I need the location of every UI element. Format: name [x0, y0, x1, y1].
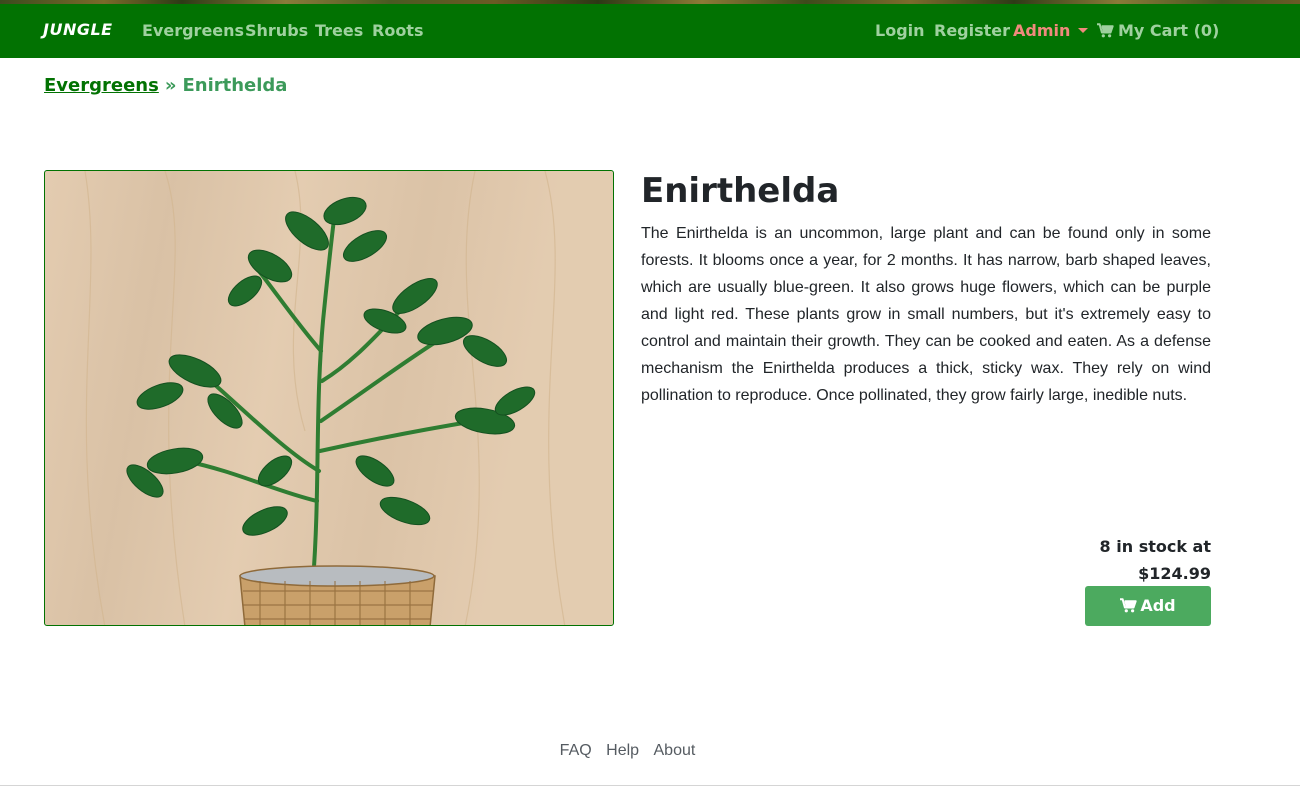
login-link[interactable]: Login — [875, 19, 925, 43]
add-button-label: Add — [1140, 596, 1176, 615]
my-cart-link[interactable]: My Cart (0) — [1097, 19, 1219, 45]
nav-link-roots[interactable]: Roots — [372, 19, 423, 43]
footer-link-faq[interactable]: FAQ — [560, 742, 592, 759]
my-cart-label: My Cart (0) — [1118, 21, 1220, 40]
navbar-header-strip — [0, 0, 1300, 4]
add-to-cart-button[interactable]: Add — [1085, 586, 1211, 626]
nav-link-shrubs[interactable]: Shrubs — [245, 19, 308, 43]
nav-link-evergreens[interactable]: Evergreens — [142, 19, 244, 43]
admin-dropdown-label: Admin — [1013, 21, 1071, 40]
plant-photo — [84, 171, 566, 625]
stock-price-block: 8 in stock at $124.99 — [900, 533, 1211, 587]
product-price: $124.99 — [1138, 564, 1211, 583]
register-link[interactable]: Register — [934, 19, 1010, 43]
footer-divider — [0, 785, 1300, 786]
nav-link-trees[interactable]: Trees — [315, 19, 363, 43]
breadcrumb-current: Enirthelda — [182, 75, 288, 96]
footer-link-about[interactable]: About — [654, 742, 696, 759]
brand-logo[interactable]: JUNGLE — [43, 19, 113, 41]
breadcrumb: Evergreens» Enirthelda — [44, 74, 287, 98]
admin-dropdown[interactable]: Admin — [1013, 19, 1089, 43]
product-title: Enirthelda — [641, 171, 840, 211]
chevron-down-icon — [1078, 28, 1089, 33]
footer-links: FAQ Help About — [0, 739, 1255, 763]
footer-link-help[interactable]: Help — [606, 742, 639, 759]
product-image — [44, 170, 614, 626]
breadcrumb-category-link[interactable]: Evergreens — [44, 75, 159, 96]
breadcrumb-separator: » — [164, 75, 177, 96]
shopping-cart-icon — [1120, 588, 1138, 628]
stock-text: 8 in stock at — [1099, 537, 1211, 556]
top-navbar: JUNGLE Evergreens Shrubs Trees Roots Log… — [0, 0, 1300, 58]
shopping-cart-icon — [1097, 21, 1114, 45]
product-description: The Enirthelda is an uncommon, large pla… — [641, 225, 1211, 404]
